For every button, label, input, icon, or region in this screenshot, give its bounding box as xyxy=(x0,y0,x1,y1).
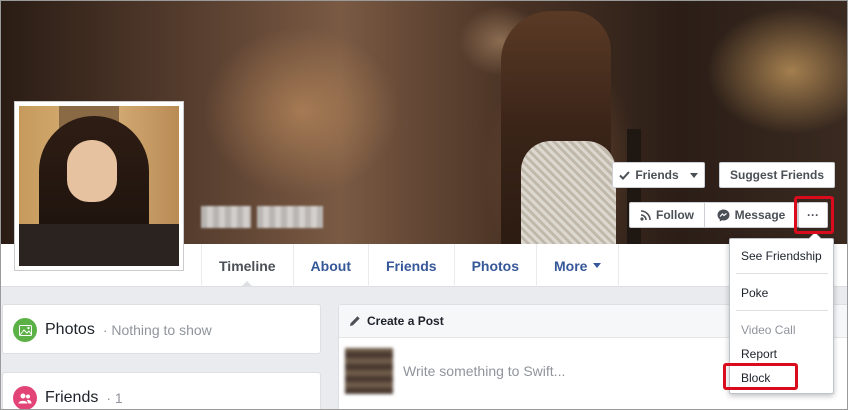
tab-label: About xyxy=(310,257,351,274)
friends-card[interactable]: Friends · 1 xyxy=(2,372,321,409)
friends-button-label: Friends xyxy=(635,168,679,182)
menu-item-see-friendship[interactable]: See Friendship xyxy=(741,249,822,263)
message-label: Message xyxy=(734,208,786,222)
message-button[interactable]: Message xyxy=(704,202,798,228)
profile-shirt xyxy=(19,224,179,266)
photos-subtitle: · Nothing to show xyxy=(102,322,212,338)
cover-figure-dress xyxy=(521,141,616,244)
friends-button[interactable]: Friends xyxy=(612,162,705,188)
tab-more[interactable]: More xyxy=(537,244,620,287)
tab-about[interactable]: About xyxy=(294,244,369,287)
friends-icon xyxy=(13,386,37,409)
create-post-label: Create a Post xyxy=(367,314,444,328)
name-blur-word xyxy=(201,206,251,228)
tab-label: Timeline xyxy=(219,257,276,274)
pencil-icon xyxy=(350,316,360,326)
ellipsis-icon: ··· xyxy=(807,208,819,222)
caret-down-icon xyxy=(593,263,602,268)
create-post-body[interactable]: Write something to Swift... xyxy=(345,348,565,394)
photos-card-row: Photos · Nothing to show xyxy=(13,318,212,342)
caret-down-icon xyxy=(689,172,698,178)
facebook-profile-page: Friends Suggest Friends Follow Message ·… xyxy=(0,0,848,410)
menu-item-video-call: Video Call xyxy=(741,323,796,337)
tab-label: Photos xyxy=(471,257,520,274)
menu-item-poke[interactable]: Poke xyxy=(741,286,768,300)
tab-label: Friends xyxy=(385,257,437,274)
profile-name-redacted[interactable] xyxy=(201,206,323,230)
name-blur-word xyxy=(257,206,323,228)
menu-divider xyxy=(736,273,828,274)
profile-picture-image xyxy=(19,106,179,266)
menu-item-block[interactable]: Block xyxy=(741,371,770,385)
profile-picture[interactable] xyxy=(14,101,184,271)
post-composer-input[interactable]: Write something to Swift... xyxy=(403,363,565,379)
rss-icon xyxy=(640,209,651,221)
tab-label: More xyxy=(554,257,588,274)
tab-friends[interactable]: Friends xyxy=(369,244,455,287)
avatar xyxy=(345,348,393,394)
more-options-button[interactable]: ··· xyxy=(798,202,828,228)
photos-icon xyxy=(13,318,37,342)
friends-title[interactable]: Friends xyxy=(45,389,98,407)
photos-title[interactable]: Photos xyxy=(45,321,95,339)
suggest-friends-label: Suggest Friends xyxy=(729,168,824,182)
more-options-menu: See Friendship Poke Video Call Report Bl… xyxy=(729,232,834,394)
tab-timeline[interactable]: Timeline xyxy=(201,244,294,287)
messenger-icon xyxy=(717,209,730,221)
photos-card[interactable]: Photos · Nothing to show xyxy=(2,304,321,354)
tab-photos[interactable]: Photos xyxy=(455,244,538,287)
friends-card-row: Friends · 1 xyxy=(13,386,123,409)
friends-count: · 1 xyxy=(106,390,123,406)
friends-icon-glyph xyxy=(18,393,32,403)
profile-face xyxy=(67,140,117,202)
menu-item-report[interactable]: Report xyxy=(741,347,777,361)
follow-label: Follow xyxy=(656,208,694,222)
profile-tabs: Timeline About Friends Photos More xyxy=(201,244,620,287)
photos-icon-glyph xyxy=(18,324,32,336)
follow-button[interactable]: Follow xyxy=(629,202,704,228)
check-icon xyxy=(619,170,631,180)
menu-divider xyxy=(736,310,828,311)
suggest-friends-button[interactable]: Suggest Friends xyxy=(719,162,835,188)
